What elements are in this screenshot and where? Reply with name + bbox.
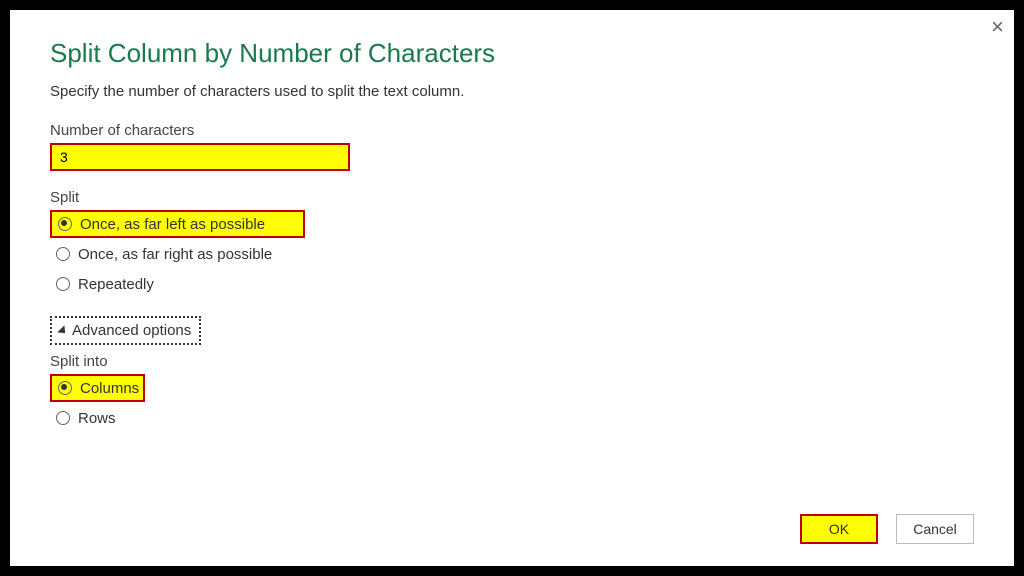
- radio-icon: [56, 277, 70, 291]
- split-label: Split: [50, 189, 974, 206]
- split-option-right[interactable]: Once, as far right as possible: [50, 240, 974, 268]
- into-option-columns[interactable]: Columns: [50, 374, 145, 402]
- into-option-rows[interactable]: Rows: [50, 404, 974, 432]
- radio-label: Rows: [78, 410, 116, 427]
- split-option-repeat[interactable]: Repeatedly: [50, 270, 974, 298]
- num-characters-label: Number of characters: [50, 122, 974, 139]
- dialog-subtitle: Specify the number of characters used to…: [50, 83, 974, 100]
- radio-icon: [56, 247, 70, 261]
- split-into-radio-group: Columns Rows: [50, 374, 974, 432]
- num-characters-input[interactable]: [50, 143, 350, 171]
- radio-icon: [58, 381, 72, 395]
- ok-button[interactable]: OK: [800, 514, 878, 544]
- radio-icon: [56, 411, 70, 425]
- radio-label: Columns: [80, 380, 139, 397]
- radio-label: Once, as far right as possible: [78, 246, 272, 263]
- radio-label: Once, as far left as possible: [80, 216, 265, 233]
- split-radio-group: Once, as far left as possible Once, as f…: [50, 210, 974, 298]
- close-icon[interactable]: ×: [991, 14, 1004, 40]
- split-column-dialog: × Split Column by Number of Characters S…: [10, 10, 1014, 566]
- window-frame: × Split Column by Number of Characters S…: [0, 0, 1024, 576]
- split-into-label: Split into: [50, 353, 974, 370]
- radio-icon: [58, 217, 72, 231]
- dialog-footer: OK Cancel: [800, 514, 974, 544]
- cancel-button[interactable]: Cancel: [896, 514, 974, 544]
- advanced-options-label: Advanced options: [72, 322, 191, 339]
- radio-label: Repeatedly: [78, 276, 154, 293]
- dialog-title: Split Column by Number of Characters: [50, 38, 974, 69]
- expand-icon: [57, 325, 68, 336]
- advanced-options-toggle[interactable]: Advanced options: [50, 316, 201, 345]
- split-option-left[interactable]: Once, as far left as possible: [50, 210, 305, 238]
